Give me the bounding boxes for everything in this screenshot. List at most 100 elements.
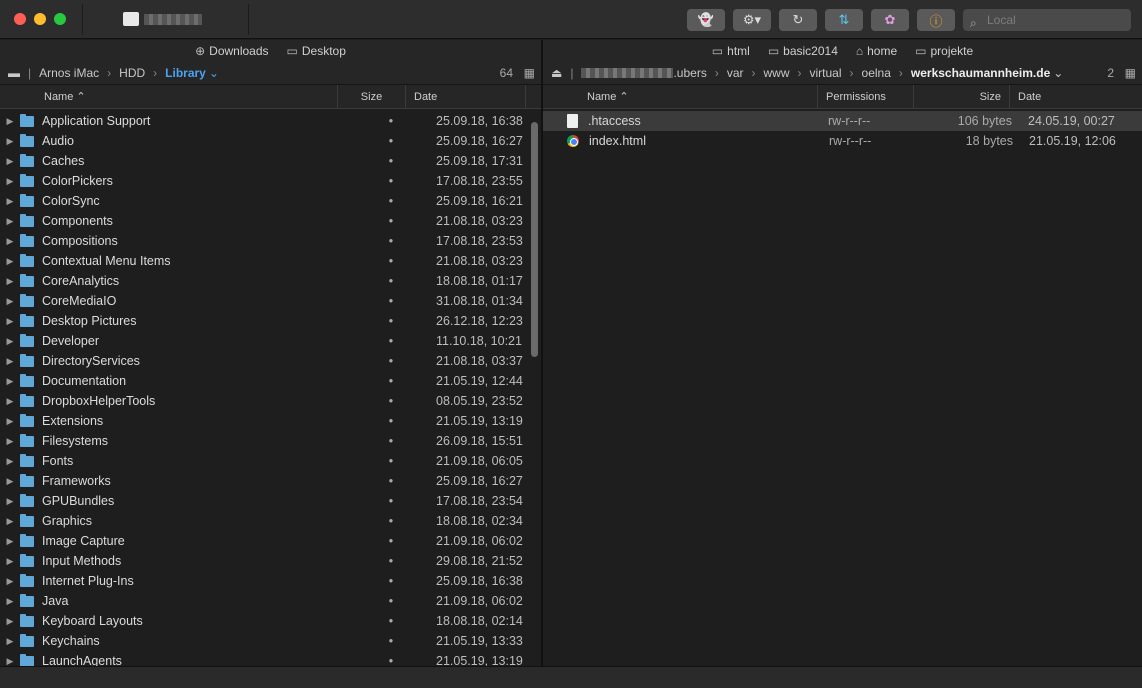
list-item[interactable]: ▶ Desktop Pictures • 26.12.18, 12:23 — [0, 311, 541, 331]
list-item[interactable]: ▶ Java • 21.09.18, 06:02 — [0, 591, 541, 611]
list-item[interactable]: ▶ Audio • 25.09.18, 16:27 — [0, 131, 541, 151]
disclosure-triangle-icon[interactable]: ▶ — [0, 336, 20, 347]
grid-icon[interactable]: ▦ — [1125, 66, 1136, 80]
disclosure-triangle-icon[interactable]: ▶ — [0, 196, 20, 207]
sync-button[interactable]: ⇅ — [825, 9, 863, 31]
blurred-title — [144, 14, 202, 25]
breadcrumb-item[interactable]: www — [764, 66, 790, 80]
favorite-home[interactable]: ⌂ home — [856, 44, 897, 58]
breadcrumb-item[interactable]: virtual — [810, 66, 842, 80]
disclosure-triangle-icon[interactable]: ▶ — [0, 516, 20, 527]
list-item[interactable]: ▶ Fonts • 21.09.18, 06:05 — [0, 451, 541, 471]
disclosure-triangle-icon[interactable]: ▶ — [0, 116, 20, 127]
list-item[interactable]: ▶ DropboxHelperTools • 08.05.19, 23:52 — [0, 391, 541, 411]
list-item[interactable]: ▶ Documentation • 21.05.19, 12:44 — [0, 371, 541, 391]
breadcrumb-current[interactable]: Library — [165, 66, 206, 80]
list-item[interactable]: ▶ Developer • 11.10.18, 10:21 — [0, 331, 541, 351]
list-item[interactable]: ▶ Contextual Menu Items • 21.08.18, 03:23 — [0, 251, 541, 271]
list-item[interactable]: ▶ GPUBundles • 17.08.18, 23:54 — [0, 491, 541, 511]
list-item[interactable]: ▶ Application Support • 25.09.18, 16:38 — [0, 111, 541, 131]
favorite-downloads[interactable]: ⊕ Downloads — [195, 44, 268, 58]
disclosure-triangle-icon[interactable]: ▶ — [0, 476, 20, 487]
list-item[interactable]: .htaccess rw-r--r-- 106 bytes 24.05.19, 00:… — [543, 111, 1142, 131]
list-item[interactable]: ▶ CoreMediaIO • 31.08.18, 01:34 — [0, 291, 541, 311]
disclosure-triangle-icon[interactable]: ▶ — [0, 216, 20, 227]
list-item[interactable]: ▶ Caches • 25.09.18, 17:31 — [0, 151, 541, 171]
breadcrumb-item[interactable]: .ubers — [673, 66, 706, 80]
breadcrumb-current[interactable]: werkschaumannheim.de — [911, 66, 1050, 80]
col-size[interactable]: Size — [914, 84, 1010, 109]
favorite-basic2014[interactable]: ▭ basic2014 — [768, 44, 838, 58]
left-breadcrumb: ▬ | Arnos iMac › HDD › Library ⌄ 64 ▦ — [0, 62, 541, 85]
list-item[interactable]: ▶ Internet Plug-Ins • 25.09.18, 16:38 — [0, 571, 541, 591]
right-breadcrumb: ⏏ | .ubers › var › www › virtual › oelna › wer… — [543, 62, 1142, 85]
col-date[interactable]: Date — [406, 84, 526, 109]
disclosure-triangle-icon[interactable]: ▶ — [0, 576, 20, 587]
list-item[interactable]: ▶ DirectoryServices • 21.08.18, 03:37 — [0, 351, 541, 371]
disclosure-triangle-icon[interactable]: ▶ — [0, 536, 20, 547]
disclosure-triangle-icon[interactable]: ▶ — [0, 276, 20, 287]
disclosure-triangle-icon[interactable]: ▶ — [0, 156, 20, 167]
status-bar — [0, 666, 1142, 688]
col-permissions[interactable]: Permissions — [818, 84, 914, 109]
disclosure-triangle-icon[interactable]: ▶ — [0, 176, 20, 187]
col-size[interactable]: Size — [338, 84, 406, 109]
disclosure-triangle-icon[interactable]: ▶ — [0, 396, 20, 407]
disclosure-triangle-icon[interactable]: ▶ — [0, 136, 20, 147]
list-item[interactable]: ▶ ColorSync • 25.09.18, 16:21 — [0, 191, 541, 211]
disclosure-triangle-icon[interactable]: ▶ — [0, 616, 20, 627]
breadcrumb-item[interactable]: Arnos iMac — [39, 66, 99, 80]
folder-icon — [20, 533, 34, 547]
search-input[interactable]: ⌕ Local — [963, 9, 1131, 31]
eject-icon[interactable]: ⏏ — [551, 66, 562, 80]
col-name[interactable]: Name ⌃ — [543, 84, 818, 109]
disclosure-triangle-icon[interactable]: ▶ — [0, 496, 20, 507]
grid-icon[interactable]: ▦ — [524, 66, 535, 80]
chrome-file-icon — [567, 135, 579, 147]
disclosure-triangle-icon[interactable]: ▶ — [0, 256, 20, 267]
disclosure-triangle-icon[interactable]: ▶ — [0, 356, 20, 367]
minimize-button[interactable] — [34, 13, 46, 25]
disclosure-triangle-icon[interactable]: ▶ — [0, 316, 20, 327]
list-item[interactable]: ▶ ColorPickers • 17.08.18, 23:55 — [0, 171, 541, 191]
info-button[interactable]: ⓘ — [917, 9, 955, 31]
list-item[interactable]: ▶ Keychains • 21.05.19, 13:33 — [0, 631, 541, 651]
breadcrumb-item[interactable]: HDD — [119, 66, 145, 80]
favorite-projekte[interactable]: ▭ projekte — [915, 44, 973, 58]
disclosure-triangle-icon[interactable]: ▶ — [0, 376, 20, 387]
list-item[interactable]: ▶ Filesystems • 26.09.18, 15:51 — [0, 431, 541, 451]
list-item[interactable]: ▶ Graphics • 18.08.18, 02:34 — [0, 511, 541, 531]
disclosure-triangle-icon[interactable]: ▶ — [0, 456, 20, 467]
disclosure-triangle-icon[interactable]: ▶ — [0, 656, 20, 667]
list-item[interactable]: ▶ Frameworks • 25.09.18, 16:27 — [0, 471, 541, 491]
col-date[interactable]: Date — [1010, 85, 1142, 109]
breadcrumb-item[interactable]: var — [727, 66, 744, 80]
breadcrumb-item[interactable]: oelna — [862, 66, 891, 80]
zoom-button[interactable] — [54, 13, 66, 25]
favorite-html[interactable]: ▭ html — [712, 44, 750, 58]
list-item[interactable]: ▶ Keyboard Layouts • 18.08.18, 02:14 — [0, 611, 541, 631]
list-item[interactable]: ▶ Compositions • 17.08.18, 23:53 — [0, 231, 541, 251]
disclosure-triangle-icon[interactable]: ▶ — [0, 416, 20, 427]
list-item[interactable]: ▶ CoreAnalytics • 18.08.18, 01:17 — [0, 271, 541, 291]
col-name[interactable]: Name ⌃ — [0, 84, 338, 109]
scrollbar[interactable] — [531, 122, 538, 357]
close-button[interactable] — [14, 13, 26, 25]
disclosure-triangle-icon[interactable]: ▶ — [0, 436, 20, 447]
list-item[interactable]: index.html rw-r--r-- 18 bytes 21.05.19, 12:… — [543, 131, 1142, 151]
list-item[interactable]: ▶ Input Methods • 29.08.18, 21:52 — [0, 551, 541, 571]
pinwheel-button[interactable]: ✿ — [871, 9, 909, 31]
ghost-button[interactable]: 👻 — [687, 9, 725, 31]
settings-button[interactable]: ⚙▾ — [733, 9, 771, 31]
disclosure-triangle-icon[interactable]: ▶ — [0, 296, 20, 307]
disclosure-triangle-icon[interactable]: ▶ — [0, 596, 20, 607]
list-item[interactable]: ▶ Components • 21.08.18, 03:23 — [0, 211, 541, 231]
refresh-button[interactable]: ↻ — [779, 9, 817, 31]
favorite-desktop[interactable]: ▭ Desktop — [287, 44, 346, 58]
disclosure-triangle-icon[interactable]: ▶ — [0, 636, 20, 647]
disclosure-triangle-icon[interactable]: ▶ — [0, 556, 20, 567]
list-item[interactable]: ▶ Image Capture • 21.09.18, 06:02 — [0, 531, 541, 551]
right-pane: ▭ html ▭ basic2014 ⌂ home ▭ projekte ⏏ | .ube… — [543, 40, 1142, 666]
list-item[interactable]: ▶ Extensions • 21.05.19, 13:19 — [0, 411, 541, 431]
disclosure-triangle-icon[interactable]: ▶ — [0, 236, 20, 247]
